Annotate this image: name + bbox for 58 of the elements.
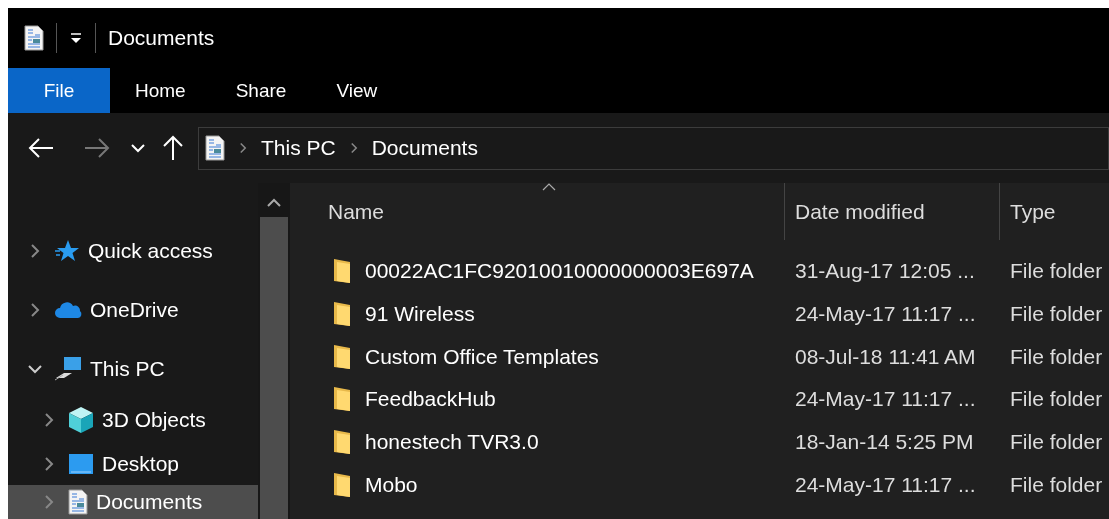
- type-cell-text: File folder: [1009, 344, 1104, 369]
- nav-item-label: OneDrive: [90, 297, 179, 322]
- cube-icon: [68, 406, 94, 435]
- date-modified-cell-text: 18-Jan-14 5:25 PM: [794, 430, 975, 455]
- column-header[interactable]: Type: [1000, 183, 1109, 240]
- nav-item-label: Quick access: [88, 238, 213, 263]
- star-icon: [54, 238, 80, 263]
- nav-item[interactable]: OneDrive: [8, 280, 258, 340]
- nav-item[interactable]: Documents: [8, 485, 258, 519]
- date-modified-cell-text: 24-May-17 11:17 ...: [794, 302, 977, 327]
- document-icon: [24, 25, 44, 51]
- nav-item[interactable]: Desktop: [8, 441, 258, 486]
- window-title: Documents: [108, 26, 215, 50]
- ribbon-tab[interactable]: View: [311, 68, 403, 113]
- file-name[interactable]: honestech TVR3.0: [365, 430, 539, 455]
- up-arrow-icon[interactable]: [162, 135, 184, 161]
- column-header[interactable]: Date modified: [785, 183, 1000, 240]
- type-cell-text: File folder: [1009, 302, 1104, 327]
- type-cell-text: File folder: [1009, 387, 1104, 412]
- type-cell-text: File folder: [1009, 259, 1104, 284]
- file-name[interactable]: 91 Wireless: [365, 302, 475, 327]
- folder-icon: [333, 343, 351, 370]
- ribbon-tab[interactable]: Home: [110, 68, 211, 113]
- date-modified-cell-text: 24-May-17 11:17 ...: [794, 387, 977, 412]
- column-header[interactable]: Name: [290, 183, 785, 240]
- nav-item[interactable]: This PC: [8, 339, 258, 399]
- folder-icon: [333, 386, 351, 413]
- scrollbar-thumb[interactable]: [260, 217, 288, 519]
- ribbon-tab[interactable]: Share: [210, 68, 312, 113]
- desktop-icon: [68, 452, 94, 475]
- customize-toolbar-icon[interactable]: [69, 31, 83, 45]
- file-name[interactable]: FeedbackHub: [365, 387, 496, 412]
- nav-item-label: Documents: [96, 490, 203, 515]
- type-cell-text: File folder: [1009, 430, 1104, 455]
- back-arrow-icon[interactable]: [28, 137, 54, 159]
- date-modified-cell-text: 08-Jul-18 11:41 AM: [794, 344, 977, 369]
- folder-icon: [333, 429, 351, 456]
- file-name[interactable]: 00022AC1FC92010010000000003E697A: [365, 259, 754, 284]
- nav-item-label: Desktop: [102, 451, 180, 476]
- computer-icon: [54, 356, 82, 383]
- ribbon-tab[interactable]: File: [8, 68, 110, 113]
- folder-icon: [333, 301, 351, 328]
- nav-item-label: 3D Objects: [102, 408, 206, 433]
- folder-icon: [333, 471, 351, 498]
- document-icon: [68, 489, 88, 516]
- date-modified-cell-text: 31-Aug-17 12:05 ...: [794, 259, 976, 284]
- breadcrumb-item[interactable]: Documents: [371, 136, 478, 160]
- breadcrumb-item[interactable]: This PC: [261, 136, 336, 160]
- cloud-icon: [54, 300, 82, 319]
- date-modified-cell-text: 24-May-17 11:17 ...: [794, 472, 977, 497]
- document-icon: [205, 135, 225, 161]
- nav-item-label: This PC: [90, 357, 165, 382]
- nav-item[interactable]: Quick access: [8, 221, 258, 281]
- type-cell-text: File folder: [1009, 472, 1104, 497]
- file-name[interactable]: Mobo: [365, 472, 418, 497]
- file-name[interactable]: Custom Office Templates: [365, 344, 599, 369]
- folder-icon: [333, 258, 351, 285]
- nav-item[interactable]: 3D Objects: [8, 398, 258, 442]
